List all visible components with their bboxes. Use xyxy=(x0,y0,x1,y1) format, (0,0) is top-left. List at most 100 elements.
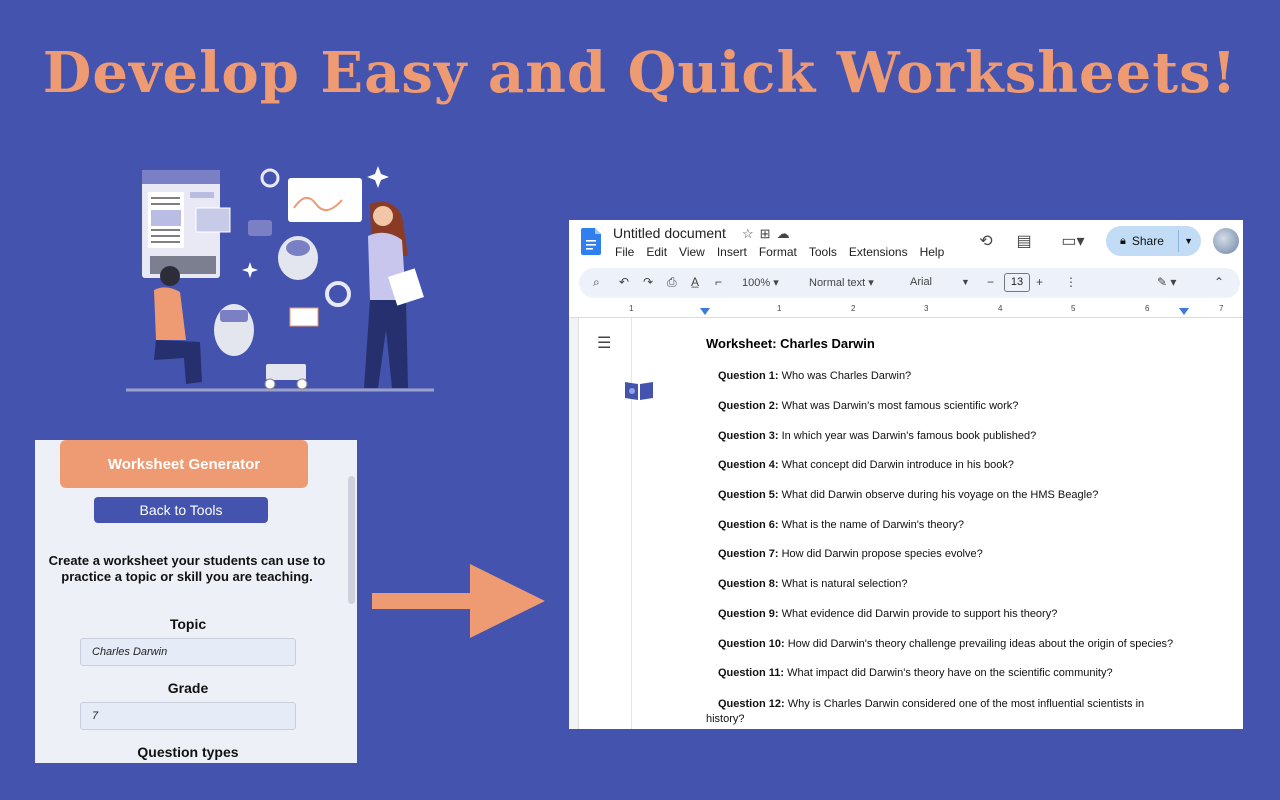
font-value: Arial xyxy=(910,276,933,288)
docs-logo-icon xyxy=(581,228,601,255)
editing-mode-icon[interactable]: ✎ ▾ xyxy=(1157,275,1176,289)
grade-input[interactable]: 7 xyxy=(80,702,296,730)
chevron-down-icon[interactable]: ▼ xyxy=(1184,236,1193,246)
list-item: Question 9: What evidence did Darwin pro… xyxy=(718,608,1057,620)
list-item: Question 10: How did Darwin's theory cha… xyxy=(718,638,1173,650)
redo-icon[interactable]: ↷ xyxy=(643,275,653,289)
question-text: How did Darwin propose species evolve? xyxy=(781,548,983,560)
question-label: Question 8: xyxy=(718,578,779,590)
menu-extensions[interactable]: Extensions xyxy=(849,245,908,259)
paint-format-icon[interactable]: ⌐ xyxy=(715,275,722,289)
left-indent-marker[interactable] xyxy=(700,308,710,315)
question-label: Question 4: xyxy=(718,459,779,471)
ruler-tick: 2 xyxy=(851,304,856,313)
increase-font-icon[interactable]: + xyxy=(1036,275,1043,289)
collapse-toolbar-icon[interactable]: ⌃ xyxy=(1214,275,1224,289)
ruler-tick: 7 xyxy=(1219,304,1224,313)
print-icon[interactable]: ⎙ xyxy=(667,275,677,290)
list-item: Question 12: Why is Charles Darwin consi… xyxy=(706,697,1188,727)
share-label: Share xyxy=(1131,234,1164,248)
document-body[interactable]: Worksheet: Charles Darwin Question 1: Wh… xyxy=(706,336,1206,725)
arrow-right-icon xyxy=(372,564,545,638)
question-label: Question 6: xyxy=(718,519,779,531)
question-label: Question 9: xyxy=(718,608,779,620)
version-history-icon[interactable]: ⟲ xyxy=(976,231,996,251)
question-text: Who was Charles Darwin? xyxy=(781,370,912,382)
list-item: Question 1: Who was Charles Darwin? xyxy=(718,370,911,382)
back-to-tools-button[interactable]: Back to Tools xyxy=(94,497,268,523)
right-indent-marker[interactable] xyxy=(1179,308,1189,315)
list-item: Question 3: In which year was Darwin's f… xyxy=(718,430,1036,442)
vertical-ruler[interactable] xyxy=(569,318,579,729)
list-item: Question 4: What concept did Darwin intr… xyxy=(718,459,1014,471)
question-label: Question 2: xyxy=(718,400,779,412)
menu-tools[interactable]: Tools xyxy=(809,245,837,259)
undo-icon[interactable]: ↶ xyxy=(619,275,629,289)
style-select[interactable]: Normal text ▾ xyxy=(809,276,874,289)
star-icon[interactable]: ☆ xyxy=(742,226,760,241)
ruler-tick: 5 xyxy=(1071,304,1076,313)
search-icon[interactable]: ⌕ xyxy=(593,275,600,290)
worksheet-title: Worksheet: Charles Darwin xyxy=(706,336,875,351)
topic-label: Topic xyxy=(169,616,207,632)
question-types-label: Question types xyxy=(137,744,239,760)
share-divider xyxy=(1178,230,1179,252)
font-select-caret-icon[interactable]: ▼ xyxy=(961,277,970,287)
team-illustration xyxy=(126,166,434,392)
question-text: What did Darwin observe during his voyag… xyxy=(781,489,1099,501)
ruler-tick: 4 xyxy=(998,304,1003,313)
list-item: Question 2: What was Darwin's most famou… xyxy=(718,400,1018,412)
grade-label: Grade xyxy=(167,680,209,696)
move-folder-icon[interactable]: ⊞ xyxy=(760,226,777,241)
question-text: What was Darwin's most famous scientific… xyxy=(781,400,1019,412)
title-actions: ☆⊞☁ xyxy=(742,226,796,242)
ruler-tick: 3 xyxy=(924,304,929,313)
menu-view[interactable]: View xyxy=(679,245,705,259)
zoom-select[interactable]: 100% ▾ xyxy=(742,276,779,289)
more-options-icon[interactable]: ⋮ xyxy=(1065,275,1077,289)
share-button[interactable]: 🔒︎ Share ▼ xyxy=(1106,226,1201,256)
question-text: What evidence did Darwin provide to supp… xyxy=(781,608,1058,620)
question-label: Question 10: xyxy=(718,638,785,650)
question-label: Question 3: xyxy=(718,430,779,442)
topic-input[interactable]: Charles Darwin xyxy=(80,638,296,666)
document-title[interactable]: Untitled document xyxy=(613,225,726,241)
spellcheck-icon[interactable]: A̲ xyxy=(691,275,699,289)
generator-title: Worksheet Generator xyxy=(60,440,308,488)
question-label: Question 5: xyxy=(718,489,779,501)
format-toolbar: ⌕ ↶ ↷ ⎙ A̲ ⌐ 100% ▾ Normal text ▾ Arial … xyxy=(579,268,1240,298)
list-item: Question 7: How did Darwin propose speci… xyxy=(718,548,983,560)
cloud-status-icon[interactable]: ☁ xyxy=(777,226,796,241)
menu-format[interactable]: Format xyxy=(759,245,797,259)
decrease-font-icon[interactable]: − xyxy=(987,275,994,289)
book-icon xyxy=(625,382,653,400)
style-value: Normal text xyxy=(809,277,866,289)
list-item: Question 8: What is natural selection? xyxy=(718,578,908,590)
lock-icon: 🔒︎ xyxy=(1120,234,1126,247)
question-text: What concept did Darwin introduce in his… xyxy=(781,459,1014,471)
menu-insert[interactable]: Insert xyxy=(717,245,747,259)
outline-icon[interactable]: ☰ xyxy=(597,333,611,353)
question-label: Question 12: xyxy=(718,698,785,710)
panel-scrollbar[interactable] xyxy=(348,476,355,604)
question-text: In which year was Darwin's famous book p… xyxy=(781,430,1037,442)
docs-window: Untitled document ☆⊞☁ File Edit View Ins… xyxy=(569,220,1243,729)
question-text: How did Darwin's theory challenge prevai… xyxy=(787,638,1174,650)
menu-edit[interactable]: Edit xyxy=(646,245,667,259)
menu-file[interactable]: File xyxy=(615,245,634,259)
zoom-value: 100% xyxy=(742,277,771,289)
font-size-input[interactable]: 13 xyxy=(1004,273,1030,292)
avatar[interactable] xyxy=(1213,228,1239,254)
list-item: Question 5: What did Darwin observe duri… xyxy=(718,489,1098,501)
ruler-tick: 6 xyxy=(1145,304,1150,313)
font-select[interactable]: Arial xyxy=(910,276,932,288)
comments-icon[interactable]: ▤ xyxy=(1014,231,1034,251)
question-label: Question 7: xyxy=(718,548,779,560)
question-text-continued: history? xyxy=(706,713,745,725)
worksheet-generator-panel: Worksheet Generator Back to Tools Create… xyxy=(35,440,357,763)
question-text: What is natural selection? xyxy=(781,578,908,590)
horizontal-ruler[interactable]: 1 1 2 3 4 5 6 7 xyxy=(569,302,1243,318)
menu-help[interactable]: Help xyxy=(920,245,945,259)
menu-bar: File Edit View Insert Format Tools Exten… xyxy=(615,245,944,259)
meet-icon[interactable]: ▭▾ xyxy=(1056,231,1090,251)
